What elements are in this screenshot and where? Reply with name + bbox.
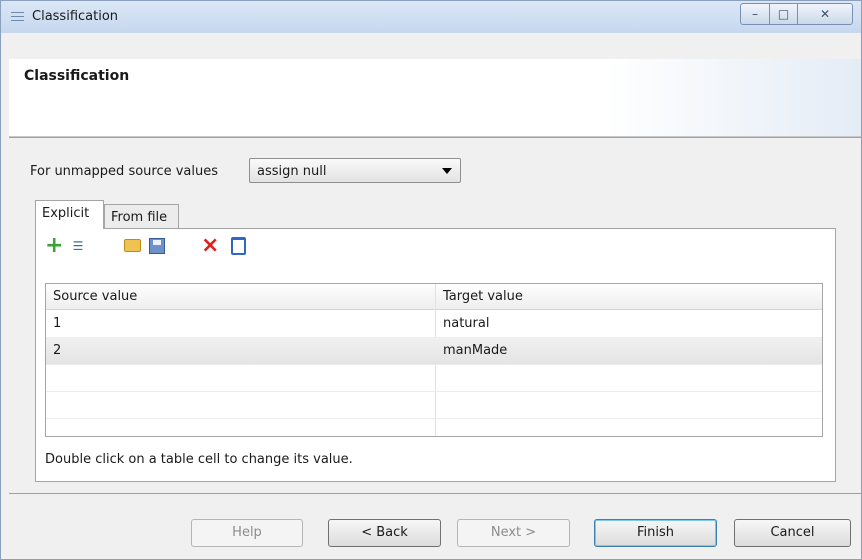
- unmapped-values-select[interactable]: assign null: [249, 158, 461, 183]
- table-row[interactable]: 1 natural: [46, 311, 822, 338]
- column-header-target[interactable]: Target value: [443, 289, 523, 304]
- help-button[interactable]: Help: [191, 519, 303, 547]
- open-folder-icon[interactable]: [124, 239, 141, 252]
- close-button[interactable]: ✕: [797, 3, 853, 25]
- back-button[interactable]: < Back: [328, 519, 441, 547]
- delete-icon[interactable]: ×: [201, 235, 219, 257]
- source-value-cell[interactable]: 2: [53, 343, 61, 358]
- window-list-icon: [11, 12, 24, 23]
- chevron-down-icon: [442, 168, 452, 174]
- cancel-button[interactable]: Cancel: [734, 519, 851, 547]
- empty-table-row[interactable]: [46, 392, 822, 419]
- selected-option: assign null: [257, 164, 327, 179]
- add-icon[interactable]: +: [45, 235, 63, 257]
- save-icon[interactable]: [149, 238, 165, 254]
- minimize-button[interactable]: –: [740, 3, 770, 25]
- tab-from-file[interactable]: From file: [104, 204, 179, 228]
- target-value-cell[interactable]: natural: [443, 316, 489, 331]
- source-value-cell[interactable]: 1: [53, 316, 61, 331]
- list-icon[interactable]: ☰: [69, 237, 87, 255]
- title-bar[interactable]: Classification – □ ✕: [1, 1, 861, 33]
- tab-explicit[interactable]: Explicit: [35, 200, 104, 229]
- unmapped-values-label: For unmapped source values: [30, 164, 219, 179]
- mapping-table[interactable]: Source value Target value 1 natural 2 ma…: [45, 283, 823, 437]
- empty-table-row[interactable]: [46, 365, 822, 392]
- button-bar-divider: [9, 493, 861, 494]
- maximize-button[interactable]: □: [769, 3, 798, 25]
- wizard-header: Classification: [9, 59, 861, 137]
- trash-icon[interactable]: [231, 237, 246, 255]
- table-hint: Double click on a table cell to change i…: [45, 452, 353, 467]
- next-button[interactable]: Next >: [457, 519, 570, 547]
- column-header-source[interactable]: Source value: [53, 289, 137, 304]
- header-divider: [9, 137, 861, 138]
- classification-window: Classification – □ ✕ Classification For …: [0, 0, 862, 560]
- window-title: Classification: [32, 9, 119, 24]
- table-row-selected[interactable]: 2 manMade: [46, 338, 822, 365]
- page-title: Classification: [24, 68, 130, 84]
- target-value-cell[interactable]: manMade: [443, 343, 507, 358]
- finish-button[interactable]: Finish: [594, 519, 717, 547]
